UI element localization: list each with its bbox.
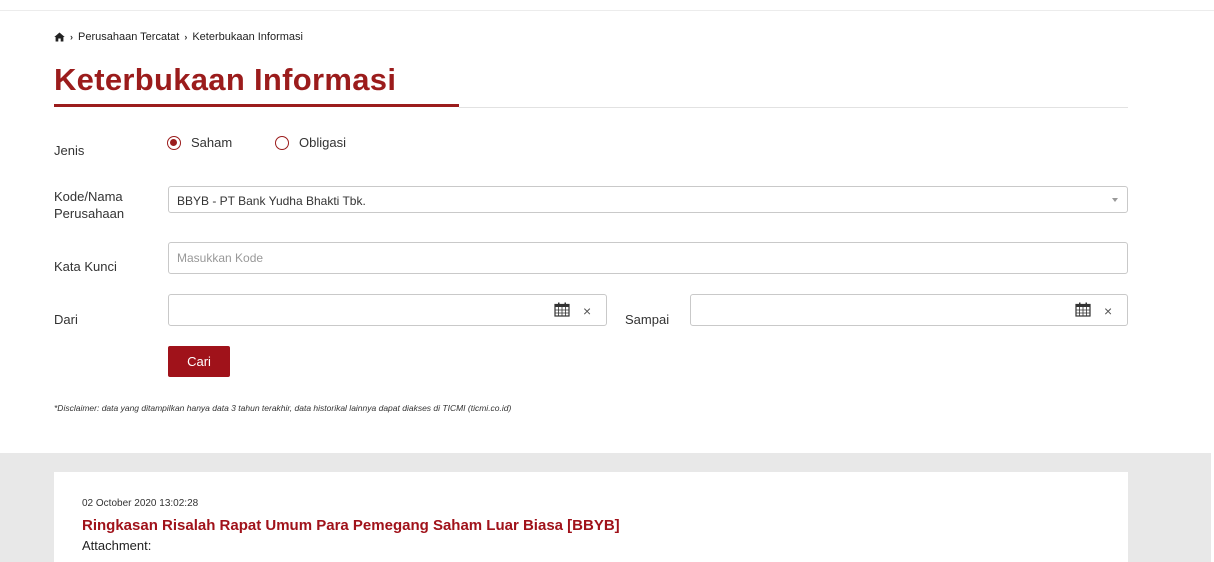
dari-label: Dari — [54, 312, 78, 327]
radio-saham-label: Saham — [191, 135, 233, 150]
jenis-label: Jenis — [54, 143, 85, 158]
result-date: 02 October 2020 13:02:28 — [82, 498, 199, 509]
radio-obligasi[interactable]: Obligasi — [275, 135, 346, 150]
chevron-right-icon: › — [184, 32, 188, 42]
radio-saham-indicator[interactable] — [167, 135, 181, 150]
home-icon[interactable] — [54, 32, 65, 42]
kata-kunci-label: Kata Kunci — [54, 259, 117, 274]
company-select[interactable]: BBYB - PT Bank Yudha Bhakti Tbk. — [168, 186, 1128, 213]
close-icon[interactable]: × — [1104, 304, 1112, 318]
kode-nama-label: Kode/Nama Perusahaan — [54, 188, 124, 222]
breadcrumb-item-perusahaan-tercatat[interactable]: Perusahaan Tercatat — [78, 31, 179, 43]
title-underline — [54, 104, 459, 107]
close-icon[interactable]: × — [583, 304, 591, 318]
result-title-link[interactable]: Ringkasan Risalah Rapat Umum Para Pemega… — [82, 517, 620, 534]
title-divider — [459, 107, 1128, 108]
search-button[interactable]: Cari — [168, 346, 230, 377]
chevron-right-icon: › — [70, 32, 73, 42]
kode-nama-label-line1: Kode/Nama — [54, 189, 123, 204]
company-select-value: BBYB - PT Bank Yudha Bhakti Tbk. — [177, 194, 366, 208]
keyword-input[interactable] — [168, 242, 1128, 274]
top-divider — [0, 10, 1214, 11]
radio-obligasi-indicator[interactable] — [275, 135, 289, 150]
sampai-label: Sampai — [625, 312, 670, 327]
calendar-icon[interactable] — [554, 302, 570, 317]
disclaimer-text: *Disclaimer: data yang ditampilkan hanya… — [54, 403, 512, 413]
dropdown-caret-icon — [1112, 198, 1118, 202]
date-to-input[interactable] — [690, 294, 1128, 326]
breadcrumb-item-keterbukaan-informasi: Keterbukaan Informasi — [192, 31, 303, 43]
page-title: Keterbukaan Informasi — [54, 62, 397, 97]
date-from-input[interactable] — [168, 294, 607, 326]
radio-saham[interactable]: Saham — [167, 135, 232, 150]
result-attachment-label: Attachment: — [82, 538, 152, 553]
radio-obligasi-label: Obligasi — [299, 135, 346, 150]
kode-nama-label-line2: Perusahaan — [54, 206, 125, 221]
calendar-icon[interactable] — [1075, 302, 1091, 317]
breadcrumb: › Perusahaan Tercatat › Keterbukaan Info… — [54, 31, 303, 43]
